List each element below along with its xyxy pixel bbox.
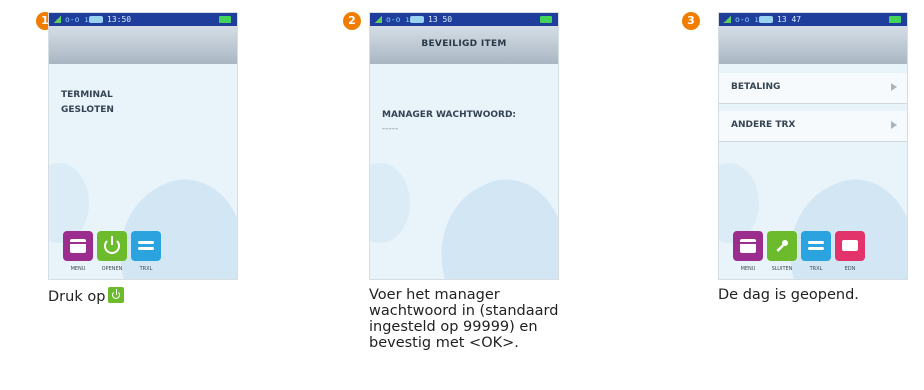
menu-item-betaling[interactable]: BETALING — [719, 73, 907, 104]
wave-icon — [808, 247, 824, 250]
button-label: TRXL — [139, 266, 153, 272]
connection-icon — [759, 16, 773, 23]
button-label: MENU — [740, 266, 756, 272]
step-caption: Voer het manager wachtwoord in (standaar… — [369, 287, 559, 351]
wave-icon — [138, 241, 154, 244]
power-icon-line — [111, 236, 113, 245]
menu-button[interactable] — [733, 231, 763, 261]
step-caption: De dag is geopend. — [718, 287, 859, 303]
screen-message-line: GESLOTEN — [61, 105, 114, 115]
chevron-right-icon — [891, 121, 897, 129]
open-button[interactable] — [97, 231, 127, 261]
status-bar: o-o ı 13 50 — [370, 13, 558, 26]
print-button[interactable] — [835, 231, 865, 261]
step-number-badge: 2 — [343, 12, 361, 30]
key-icon — [776, 240, 788, 252]
menu-item-label: ANDERE TRX — [731, 120, 796, 130]
button-label: SLUITEN — [771, 266, 793, 272]
caption-text: Druk op — [48, 289, 106, 305]
terminal-screen: o-o ı 13 50 BEVEILIGD ITEM MANAGER WACHT… — [369, 12, 559, 280]
status-bar: o-o ı 13:50 — [49, 13, 237, 26]
terminal-screen: o-o ı 13:50 TERMINAL GESLOTEN MENU OPENE… — [48, 12, 238, 280]
screen-header — [719, 26, 907, 64]
button-label: MENU — [70, 266, 86, 272]
screen-message-line: TERMINAL — [61, 90, 113, 100]
menu-icon — [740, 239, 756, 253]
background-shape — [370, 163, 410, 243]
status-time: 13 47 — [777, 15, 802, 24]
trxl-button[interactable] — [131, 231, 161, 261]
background-shape — [763, 162, 907, 279]
wave-icon — [138, 247, 154, 250]
menu-item-andere-trx[interactable]: ANDERE TRX — [719, 111, 907, 142]
battery-icon — [540, 16, 552, 23]
screen-title: BEVEILIGD ITEM — [421, 39, 507, 49]
signal-icon — [723, 16, 731, 23]
connection-icon — [410, 16, 424, 23]
menu-icon — [70, 239, 86, 253]
screen-header: BEVEILIGD ITEM — [370, 26, 558, 64]
network-indicator: o-o ı — [735, 15, 760, 24]
step-number-badge: 3 — [682, 12, 700, 30]
signal-icon — [53, 16, 61, 23]
network-indicator: o-o ı — [386, 15, 411, 24]
chevron-right-icon — [891, 83, 897, 91]
network-indicator: o-o ı — [65, 15, 90, 24]
power-icon — [108, 287, 125, 303]
button-label: OPENEN — [101, 266, 123, 272]
status-time: 13:50 — [107, 15, 132, 24]
password-prompt: MANAGER WACHTWOORD: — [382, 110, 517, 120]
background-shape — [93, 162, 237, 279]
step-caption: Druk op — [48, 287, 248, 305]
button-label: EDN — [844, 266, 856, 272]
status-bar: o-o ı 13 47 — [719, 13, 907, 26]
screen-header — [49, 26, 237, 64]
button-label: TRXL — [809, 266, 823, 272]
print-icon — [842, 240, 858, 251]
signal-icon — [374, 16, 382, 23]
battery-icon — [889, 16, 901, 23]
status-time: 13 50 — [428, 15, 453, 24]
background-shape — [414, 162, 558, 279]
close-day-button[interactable] — [767, 231, 797, 261]
connection-icon — [89, 16, 103, 23]
trxl-button[interactable] — [801, 231, 831, 261]
wave-icon — [808, 241, 824, 244]
terminal-screen: o-o ı 13 47 BETALING ANDERE TRX MENU SLU… — [718, 12, 908, 280]
password-field[interactable]: ----- — [382, 123, 398, 136]
battery-icon — [219, 16, 231, 23]
menu-item-label: BETALING — [731, 82, 781, 92]
menu-button[interactable] — [63, 231, 93, 261]
